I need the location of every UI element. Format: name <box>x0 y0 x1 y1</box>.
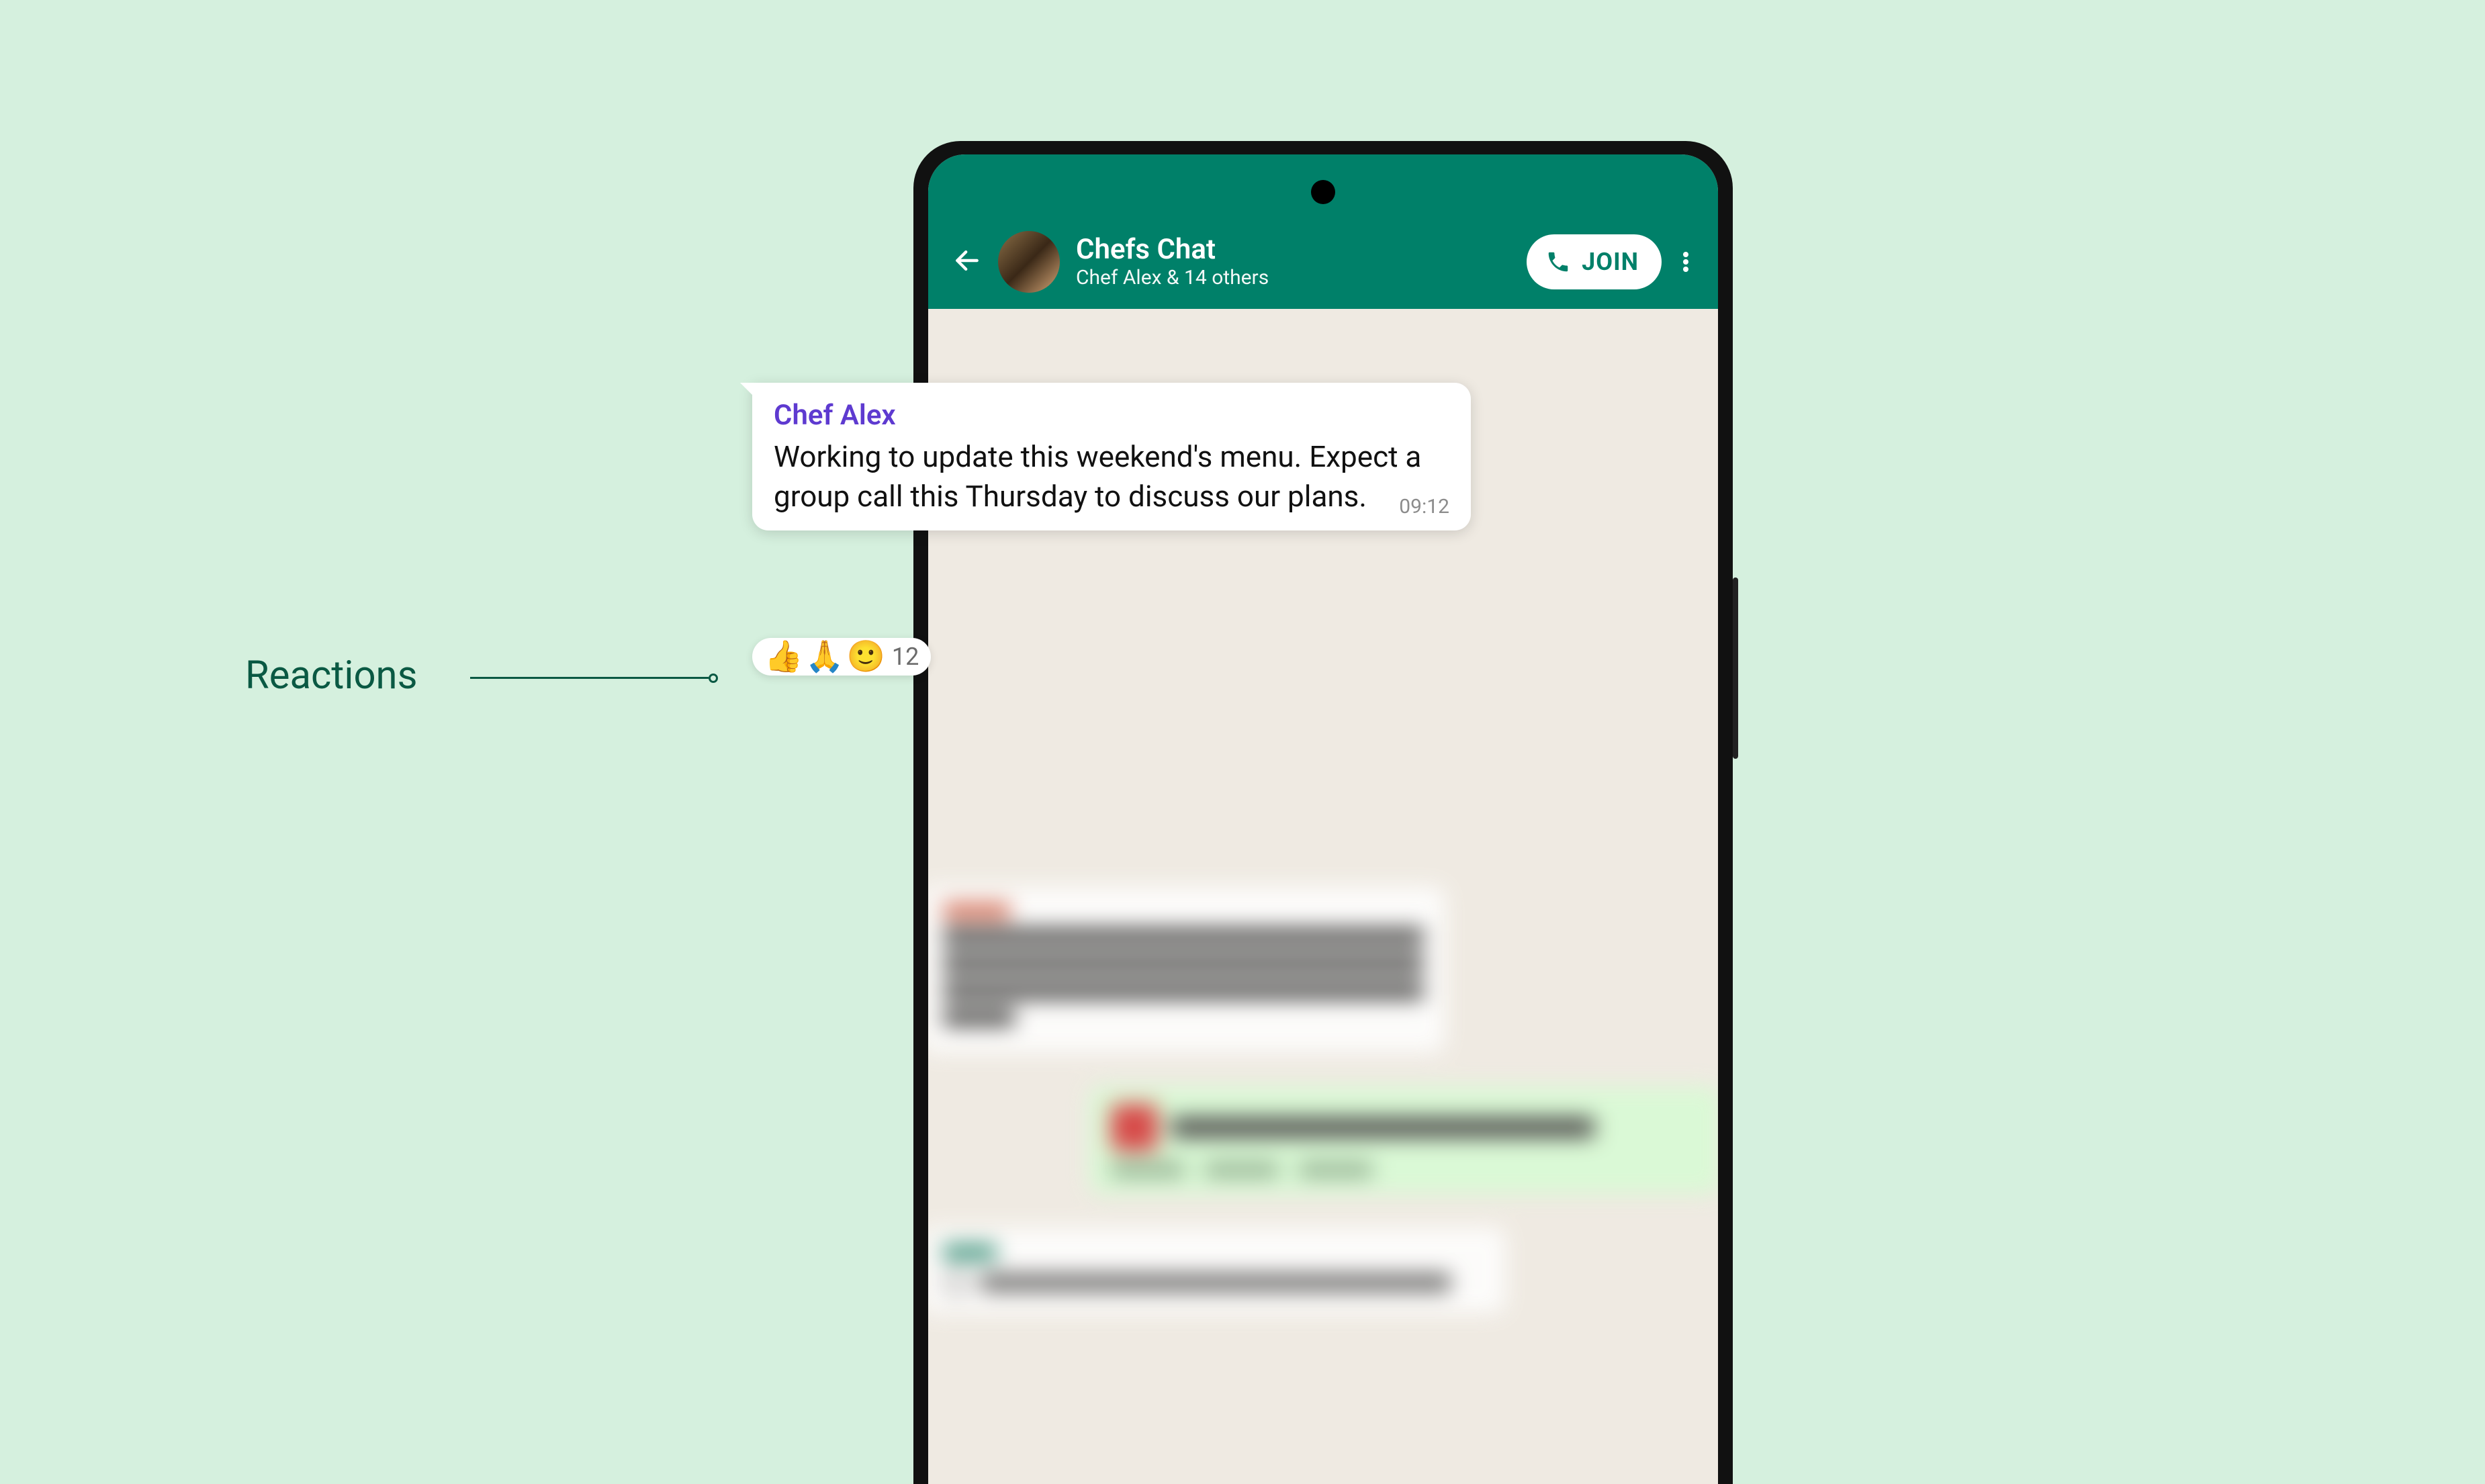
reactions-count: 12 <box>892 643 919 671</box>
message-time: 09:12 <box>1399 495 1449 518</box>
chat-title-group[interactable]: Chefs Chat Chef Alex & 14 others <box>1076 234 1510 289</box>
reactions-pill[interactable]: 👍 🙏 🙂 12 <box>752 638 931 676</box>
join-call-label: JOIN <box>1582 248 1639 276</box>
dot-icon <box>1683 267 1688 272</box>
message-sender: Chef Alex <box>774 399 1449 432</box>
blurred-message <box>928 886 1445 1053</box>
callout-dot <box>709 674 718 683</box>
camera-notch <box>1311 180 1335 204</box>
blurred-messages <box>928 886 1718 1484</box>
dot-icon <box>1683 259 1688 265</box>
callout-line <box>470 677 709 679</box>
phone-screen: Chefs Chat Chef Alex & 14 others JOIN <box>928 154 1718 1484</box>
blurred-deleted-message <box>928 1227 1506 1313</box>
chat-header: Chefs Chat Chef Alex & 14 others JOIN <box>928 154 1718 309</box>
dot-icon <box>1683 252 1688 257</box>
phone-icon <box>1545 249 1571 275</box>
callout-label: Reactions <box>245 653 418 698</box>
join-call-button[interactable]: JOIN <box>1527 234 1662 289</box>
chat-title: Chefs Chat <box>1076 234 1510 265</box>
phone-side-button <box>1733 577 1738 759</box>
pray-emoji: 🙏 <box>805 641 844 672</box>
back-button[interactable] <box>952 246 982 278</box>
smile-emoji: 🙂 <box>847 641 885 672</box>
phone-frame: Chefs Chat Chef Alex & 14 others JOIN <box>913 141 1733 1484</box>
thumbs-up-emoji: 👍 <box>764 641 803 672</box>
bubble-tail <box>740 383 755 398</box>
message-bubble[interactable]: Chef Alex Working to update this weekend… <box>752 383 1471 530</box>
blurred-file-message <box>1089 1086 1718 1194</box>
more-options-button[interactable] <box>1678 252 1694 272</box>
chat-subtitle: Chef Alex & 14 others <box>1076 266 1510 289</box>
avatar[interactable] <box>998 231 1060 293</box>
arrow-left-icon <box>952 246 982 275</box>
message-text: Working to update this weekend's menu. E… <box>774 437 1449 517</box>
